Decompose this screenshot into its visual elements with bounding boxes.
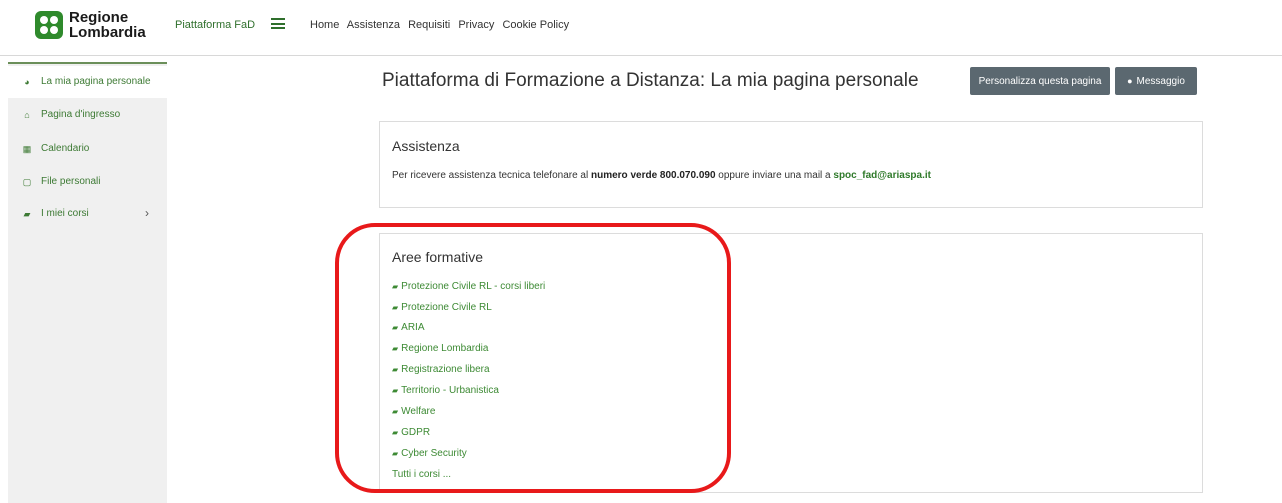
sidebar-item-label: Pagina d'ingresso (41, 109, 121, 120)
assistenza-block: Assistenza Per ricevere assistenza tecni… (379, 121, 1203, 208)
sidebar: ◕ La mia pagina personale ⌂ Pagina d'ing… (8, 62, 167, 503)
assistenza-title: Assistenza (392, 138, 460, 154)
customize-page-button[interactable]: Personalizza questa pagina (970, 67, 1110, 95)
speech-bubble-icon: ● (1127, 76, 1133, 86)
course-category-label: Cyber Security (401, 448, 467, 459)
graduation-cap-icon: ▰ (392, 386, 399, 395)
assistenza-text-middle: oppure inviare una mail a (715, 170, 834, 181)
all-courses-link[interactable]: Tutti i corsi ... (392, 469, 451, 480)
calendar-icon: ▦ (22, 144, 32, 154)
course-category-label: Protezione Civile RL - corsi liberi (401, 281, 546, 292)
message-label: Messaggio (1136, 75, 1185, 87)
sidebar-item-calendar[interactable]: ▦ Calendario (8, 133, 167, 165)
graduation-cap-icon: ▰ (392, 407, 399, 416)
course-category-link[interactable]: ▰ Protezione Civile RL (392, 302, 492, 313)
course-category-label: ARIA (401, 322, 425, 333)
course-category-label: Protezione Civile RL (401, 302, 492, 313)
assistenza-text: Per ricevere assistenza tecnica telefona… (392, 170, 931, 181)
course-category-label: Regione Lombardia (401, 343, 489, 354)
home-icon: ⌂ (24, 110, 30, 120)
sidebar-item-dashboard[interactable]: ◕ La mia pagina personale (8, 66, 167, 98)
message-button[interactable]: ● Messaggio (1115, 67, 1197, 95)
course-category-link[interactable]: ▰ Regione Lombardia (392, 343, 488, 354)
chevron-right-icon[interactable]: › (145, 206, 149, 220)
graduation-cap-icon: ▰ (23, 209, 31, 219)
top-navbar: Regione Lombardia Piattaforma FaD Home A… (0, 0, 1282, 56)
sidebar-item-my-courses[interactable]: ▰ I miei corsi › (8, 198, 167, 230)
aree-formative-block: Aree formative ▰ Protezione Civile RL - c… (379, 233, 1203, 493)
course-category-link[interactable]: ▰ ARIA (392, 322, 425, 333)
dashboard-icon: ◕ (24, 77, 30, 87)
sidebar-item-label: I miei corsi (41, 208, 89, 219)
toll-free-number: numero verde 800.070.090 (591, 170, 716, 181)
hamburger-menu-icon[interactable] (271, 18, 285, 29)
sidebar-item-label: La mia pagina personale (41, 76, 151, 87)
course-category-link[interactable]: ▰ Welfare (392, 406, 435, 417)
aree-formative-title: Aree formative (392, 249, 484, 265)
top-nav-links: Home Assistenza Requisiti Privacy Cookie… (310, 19, 574, 31)
course-category-label: Welfare (401, 406, 436, 417)
graduation-cap-icon: ▰ (392, 344, 399, 353)
graduation-cap-icon: ▰ (392, 303, 399, 312)
customize-page-label: Personalizza questa pagina (978, 75, 1102, 87)
support-email-link[interactable]: spoc_fad@ariaspa.it (833, 170, 931, 181)
course-category-link[interactable]: ▰ Territorio - Urbanistica (392, 385, 499, 396)
sidebar-item-home[interactable]: ⌂ Pagina d'ingresso (8, 99, 167, 131)
graduation-cap-icon: ▰ (392, 365, 399, 374)
graduation-cap-icon: ▰ (392, 428, 399, 437)
page-title: Piattaforma di Formazione a Distanza: La… (382, 70, 919, 91)
course-category-link[interactable]: ▰ Cyber Security (392, 448, 467, 459)
graduation-cap-icon: ▰ (392, 323, 399, 332)
graduation-cap-icon: ▰ (392, 282, 399, 291)
logo-mark-icon (35, 11, 63, 39)
course-category-link[interactable]: ▰ Protezione Civile RL - corsi liberi (392, 281, 545, 292)
logo-text: Regione Lombardia (69, 10, 146, 40)
course-category-label: Registrazione libera (401, 364, 490, 375)
regione-lombardia-logo[interactable]: Regione Lombardia (35, 10, 155, 46)
course-category-label: GDPR (401, 427, 431, 438)
platform-fad-link[interactable]: Piattaforma FaD (175, 19, 255, 31)
logo-line-2: Lombardia (69, 24, 146, 41)
course-category-link[interactable]: ▰ GDPR (392, 427, 430, 438)
sidebar-item-files[interactable]: ▢ File personali (8, 166, 167, 198)
nav-assistenza[interactable]: Assistenza (347, 19, 400, 31)
assistenza-text-before: Per ricevere assistenza tecnica telefona… (392, 170, 591, 181)
course-category-label: Territorio - Urbanistica (401, 385, 499, 396)
sidebar-item-label: File personali (41, 176, 101, 187)
nav-cookie-policy[interactable]: Cookie Policy (502, 19, 569, 31)
sidebar-item-label: Calendario (41, 143, 90, 154)
nav-requisiti[interactable]: Requisiti (408, 19, 450, 31)
logo-line-1: Regione (69, 9, 129, 26)
course-category-link[interactable]: ▰ Registrazione libera (392, 364, 490, 375)
nav-privacy[interactable]: Privacy (458, 19, 494, 31)
file-icon: ▢ (22, 177, 32, 187)
nav-home[interactable]: Home (310, 19, 339, 31)
graduation-cap-icon: ▰ (392, 449, 399, 458)
